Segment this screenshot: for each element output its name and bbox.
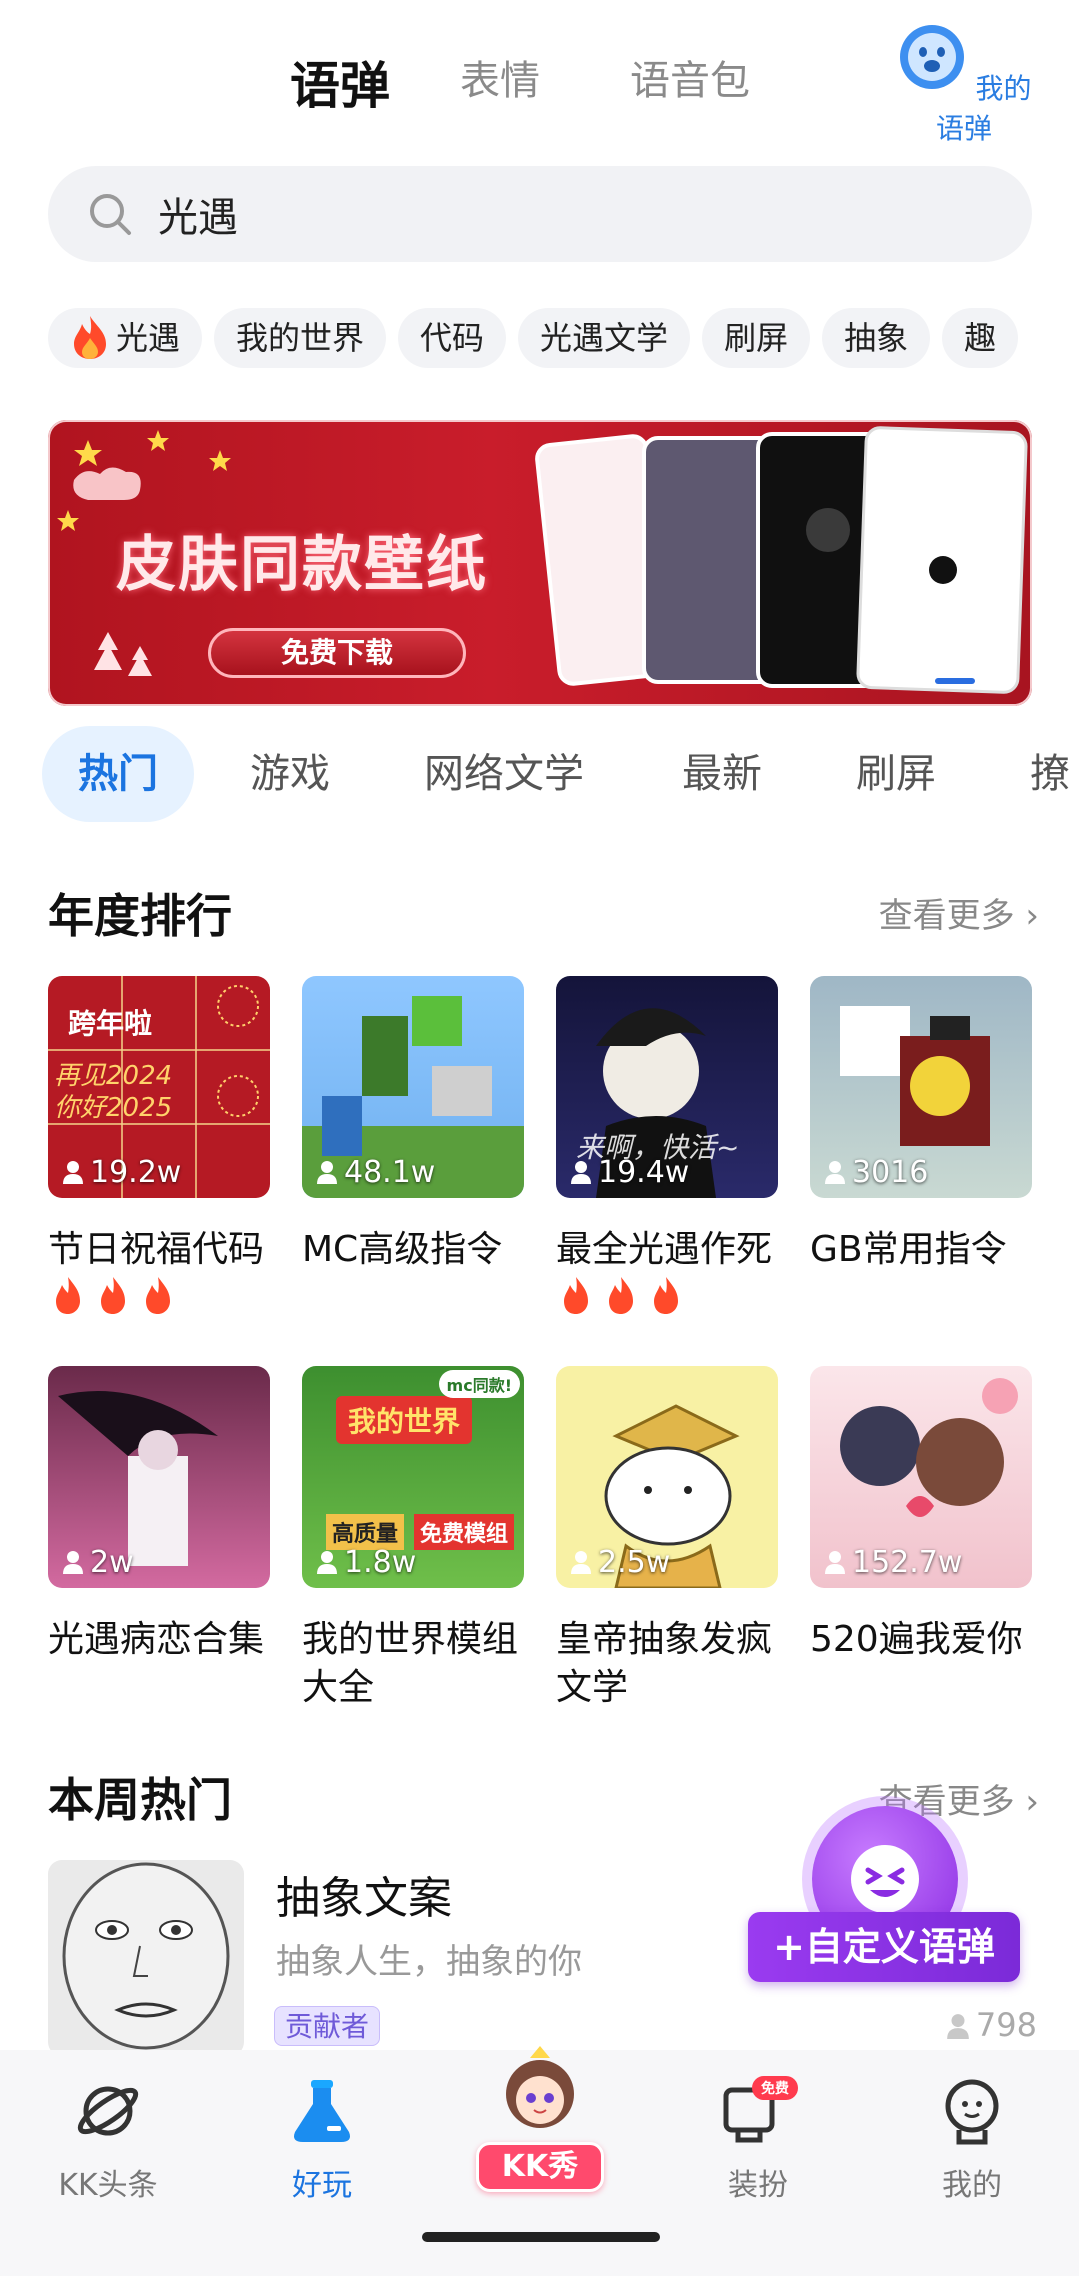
list-item[interactable]: 来啊，快活~ 19.4w 最全光遇作死 xyxy=(556,976,778,1322)
weekly-item-title[interactable]: 抽象文案 xyxy=(276,1862,452,1926)
thumbnail: 来啊，快活~ 19.4w xyxy=(556,976,778,1198)
annual-ranking-title: 年度排行 xyxy=(48,889,232,943)
view-count: 48.1w xyxy=(316,1155,435,1190)
thumb-caption: 跨年啦 xyxy=(68,1007,153,1040)
view-count: 3016 xyxy=(824,1155,928,1190)
person-icon xyxy=(571,1551,591,1574)
banner-download-button[interactable]: 免费下载 xyxy=(208,628,466,678)
thumb-text: 再见2024 你好2025 xyxy=(54,1061,173,1123)
view-count: 152.7w xyxy=(824,1545,962,1580)
nav-profile[interactable]: 我的 xyxy=(892,2076,1052,2204)
free-badge: 免费 xyxy=(761,2080,789,2097)
chevron-right-icon: › xyxy=(1025,896,1039,936)
person-icon xyxy=(825,1551,845,1574)
view-count: 1.8w xyxy=(316,1545,416,1580)
fire-icon xyxy=(74,316,106,359)
person-icon xyxy=(63,1161,83,1184)
card-title: 节日祝福代码 xyxy=(48,1226,270,1322)
weekly-item-subtitle: 抽象人生，抽象的你 xyxy=(276,1942,582,1982)
thumbnail: 48.1w xyxy=(302,976,524,1198)
chip-guangyu[interactable]: 光遇 xyxy=(48,308,203,368)
tab-danmu[interactable]: 语弹 xyxy=(290,46,390,118)
view-count: 19.2w xyxy=(62,1155,181,1190)
danmu-face-icon xyxy=(899,25,964,89)
chip-minecraft[interactable]: 我的世界 xyxy=(214,308,387,368)
list-item[interactable]: 2w 光遇病恋合集 xyxy=(48,1366,270,1664)
custom-danmu-button[interactable]: +自定义语弹 xyxy=(748,1912,1020,1982)
thumbnail: 跨年啦 再见2024 你好2025 19.2w xyxy=(48,976,270,1198)
tab-voice-pack[interactable]: 语音包 xyxy=(630,48,750,106)
flask-icon xyxy=(294,2080,350,2142)
thumb-graphic xyxy=(62,1862,230,2050)
weekly-item-thumbnail[interactable] xyxy=(48,1860,244,2056)
person-icon xyxy=(571,1161,591,1184)
nav-dressup[interactable]: 免费 装扮 xyxy=(678,2076,838,2204)
category-latest[interactable]: 最新 xyxy=(682,726,762,822)
person-icon xyxy=(947,2014,969,2039)
banner-title: 皮肤同款壁纸 xyxy=(116,530,488,600)
weekly-hot-title: 本周热门 xyxy=(48,1773,232,1827)
search-input[interactable] xyxy=(158,166,958,262)
category-web-literature[interactable]: 网络文学 xyxy=(424,726,584,822)
person-icon xyxy=(63,1551,83,1574)
thumbnail: 2.5w xyxy=(556,1366,778,1588)
chip-code[interactable]: 代码 xyxy=(398,308,507,368)
thumb-caption: 我的世界 xyxy=(336,1396,473,1444)
avatar-icon xyxy=(506,2046,574,2128)
person-icon xyxy=(825,1161,845,1184)
category-spam[interactable]: 刷屏 xyxy=(856,726,936,822)
list-item[interactable]: 2.5w 皇帝抽象发疯文学 xyxy=(556,1366,778,1712)
category-hot[interactable]: 热门 xyxy=(42,726,194,822)
list-item[interactable]: 我的世界 mc同款! 高质量 免费模组 1.8w 我的世界模组大全 xyxy=(302,1366,524,1712)
nav-fun[interactable]: 好玩 xyxy=(242,2076,402,2204)
chip-spam[interactable]: 刷屏 xyxy=(702,308,811,368)
view-count: 2w xyxy=(62,1545,134,1580)
tab-stickers[interactable]: 表情 xyxy=(460,48,540,106)
nav-kk-show[interactable] xyxy=(460,2044,620,2158)
nav-kk-headlines[interactable]: KK头条 xyxy=(28,2076,188,2204)
contributor-badge: 贡献者 xyxy=(274,2006,381,2046)
card-title: GB常用指令 xyxy=(810,1229,1007,1270)
card-title: 光遇病恋合集 xyxy=(48,1619,265,1660)
card-title: 皇帝抽象发疯文学 xyxy=(556,1619,773,1708)
card-title: 520遍我爱你 xyxy=(810,1619,1023,1660)
chip-fun[interactable]: 趣 xyxy=(942,308,1019,368)
category-games[interactable]: 游戏 xyxy=(250,726,330,822)
my-danmu-button[interactable]: 我的语弹 xyxy=(894,22,1034,147)
thumbnail: 2w xyxy=(48,1366,270,1588)
list-item[interactable]: 3016 GB常用指令 xyxy=(810,976,1032,1274)
search-icon xyxy=(90,194,131,235)
list-item[interactable]: 跨年啦 再见2024 你好2025 19.2w 节日祝福代码 xyxy=(48,976,270,1322)
dressup-icon: 免费 xyxy=(723,2076,798,2143)
person-icon xyxy=(317,1161,337,1184)
chip-guangyu-literature[interactable]: 光遇文学 xyxy=(518,308,691,368)
thumb-tag: 免费模组 xyxy=(414,1514,515,1550)
card-title: 最全光遇作死 xyxy=(556,1226,778,1322)
fire-icon xyxy=(564,1277,678,1314)
thumbnail: 我的世界 mc同款! 高质量 免费模组 1.8w xyxy=(302,1366,524,1588)
promo-banner[interactable]: 皮肤同款壁纸 免费下载 xyxy=(48,420,1032,706)
view-count: 2.5w xyxy=(570,1545,670,1580)
list-item[interactable]: 152.7w 520遍我爱你 xyxy=(810,1366,1032,1664)
list-item[interactable]: 48.1w MC高级指令 xyxy=(302,976,524,1274)
kk-show-label[interactable]: KK秀 xyxy=(476,2142,604,2192)
view-count: 19.4w xyxy=(570,1155,689,1190)
thumb-badge: mc同款! xyxy=(438,1370,520,1398)
profile-icon xyxy=(945,2079,999,2145)
thumbnail: 152.7w xyxy=(810,1366,1032,1588)
planet-icon xyxy=(77,2086,139,2136)
search-bar[interactable] xyxy=(48,166,1032,262)
card-title: 我的世界模组大全 xyxy=(302,1619,519,1708)
hot-keyword-chips: 光遇 我的世界 代码 光遇文学 刷屏 抽象趣 xyxy=(48,308,1032,368)
thumbnail: 3016 xyxy=(810,976,1032,1198)
person-icon xyxy=(317,1551,337,1574)
category-flirt[interactable]: 撩 xyxy=(1030,726,1070,822)
home-indicator[interactable] xyxy=(422,2232,660,2242)
card-title: MC高级指令 xyxy=(302,1229,503,1270)
annual-see-more[interactable]: 查看更多 › xyxy=(879,888,1039,937)
chevron-right-icon: › xyxy=(1025,1782,1039,1822)
chip-abstract[interactable]: 抽象 xyxy=(822,308,931,368)
weekly-item-count: 798 xyxy=(946,2006,1037,2044)
fire-icon xyxy=(56,1277,170,1314)
